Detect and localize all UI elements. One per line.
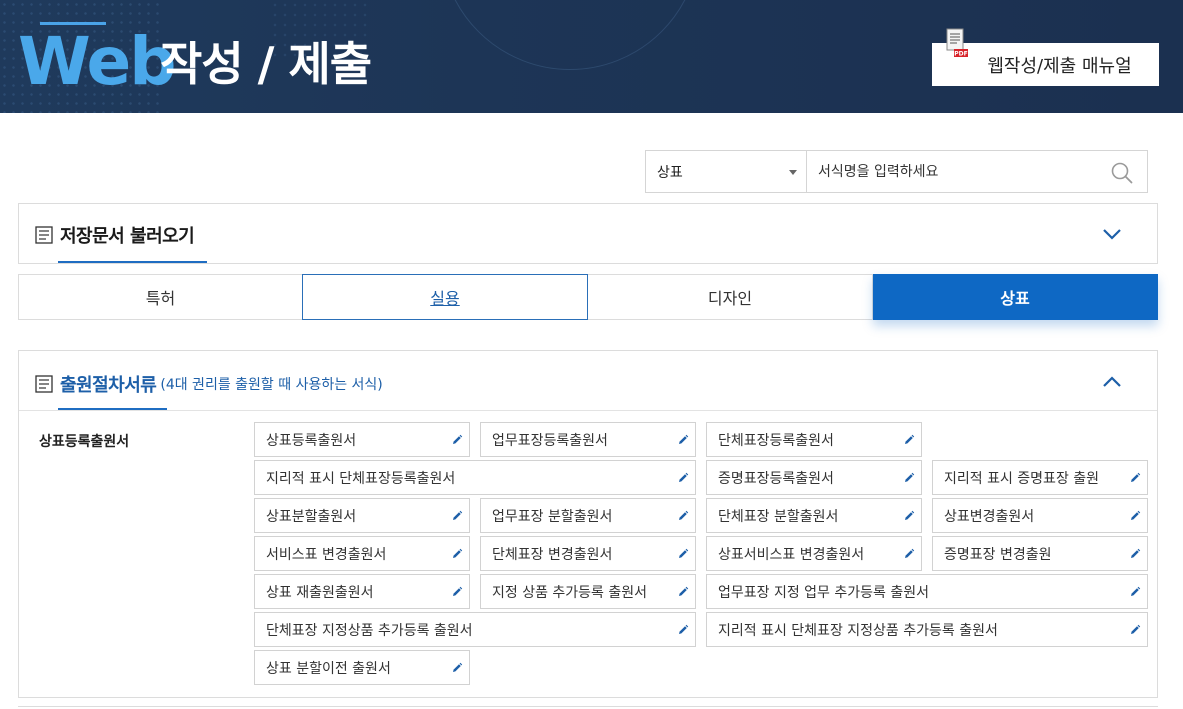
title-underline <box>58 261 207 263</box>
pencil-edit-icon <box>453 586 463 596</box>
page-title-web: Web <box>18 23 176 100</box>
pencil-edit-icon <box>679 510 689 520</box>
form-item-label: 단체표장 지정상품 추가등록 출원서 <box>266 622 473 639</box>
pencil-edit-icon <box>1131 624 1141 634</box>
pencil-edit-icon <box>453 434 463 444</box>
pencil-edit-icon <box>679 548 689 558</box>
form-item-label: 증명표장 변경출원 <box>944 546 1052 563</box>
chevron-up-icon[interactable] <box>1102 375 1122 389</box>
pdf-badge: PDF <box>954 51 967 58</box>
saved-documents-panel: 저장문서 불러오기 <box>18 203 1158 264</box>
form-item-label: 단체표장 변경출원서 <box>492 546 613 563</box>
document-list-icon <box>35 375 53 393</box>
form-item-label: 상표서비스표 변경출원서 <box>718 546 865 563</box>
pencil-edit-icon <box>453 510 463 520</box>
category-select[interactable]: 상표 <box>645 150 807 193</box>
search-box <box>807 150 1148 193</box>
form-item-button[interactable]: 지리적 표시 단체표장등록출원서 <box>254 460 696 495</box>
pencil-edit-icon <box>905 510 915 520</box>
pencil-edit-icon <box>905 548 915 558</box>
tab-trademark[interactable]: 상표 <box>873 274 1158 320</box>
manual-button-label: 웹작성/제출 매뉴얼 <box>987 55 1132 77</box>
form-item-label: 업무표장 지정 업무 추가등록 출원서 <box>718 584 929 601</box>
form-item-button[interactable]: 업무표장등록출원서 <box>480 422 696 457</box>
form-item-label: 지리적 표시 증명표장 출원 <box>944 470 1100 487</box>
pencil-edit-icon <box>905 472 915 482</box>
category-label: 상표등록출원서 <box>39 434 130 450</box>
pencil-edit-icon <box>679 472 689 482</box>
form-item-label: 상표 재출원출원서 <box>266 584 374 601</box>
form-item-label: 상표 분할이전 출원서 <box>266 660 391 677</box>
pencil-edit-icon <box>905 434 915 444</box>
form-item-button[interactable]: 지리적 표시 증명표장 출원 <box>932 460 1148 495</box>
form-item-button[interactable]: 지정 상품 추가등록 출원서 <box>480 574 696 609</box>
form-item-label: 상표변경출원서 <box>944 508 1035 525</box>
application-forms-title: 출원절차서류 <box>60 375 157 396</box>
divider <box>18 706 1158 707</box>
pencil-edit-icon <box>1131 510 1141 520</box>
pencil-edit-icon <box>453 662 463 672</box>
application-forms-header[interactable]: 출원절차서류 (4대 권리를 출원할 때 사용하는 서식) <box>35 371 383 397</box>
form-item-label: 지정 상품 추가등록 출원서 <box>492 584 648 601</box>
tab-patent[interactable]: 특허 <box>18 274 303 320</box>
pencil-edit-icon <box>1131 548 1141 558</box>
divider <box>19 410 1157 411</box>
form-item-button[interactable]: 지리적 표시 단체표장 지정상품 추가등록 출원서 <box>706 612 1148 647</box>
saved-documents-header[interactable]: 저장문서 불러오기 <box>35 222 195 248</box>
form-item-button[interactable]: 단체표장등록출원서 <box>706 422 922 457</box>
form-item-button[interactable]: 증명표장등록출원서 <box>706 460 922 495</box>
tab-utility-model[interactable]: 실용 <box>302 274 588 320</box>
form-item-button[interactable]: 단체표장 변경출원서 <box>480 536 696 571</box>
form-item-button[interactable]: 상표서비스표 변경출원서 <box>706 536 922 571</box>
category-select-value: 상표 <box>657 164 683 181</box>
form-item-button[interactable]: 상표변경출원서 <box>932 498 1148 533</box>
header-banner: Web 작성 / 제출 웹작성/제출 매뉴얼 PDF <box>0 0 1183 113</box>
pdf-file-icon: PDF <box>946 28 968 58</box>
page-title: 작성 / 제출 <box>160 37 372 91</box>
form-item-button[interactable]: 업무표장 지정 업무 추가등록 출원서 <box>706 574 1148 609</box>
form-item-label: 증명표장등록출원서 <box>718 470 834 487</box>
form-item-button[interactable]: 증명표장 변경출원 <box>932 536 1148 571</box>
saved-documents-title: 저장문서 불러오기 <box>60 226 195 247</box>
form-item-button[interactable]: 서비스표 변경출원서 <box>254 536 470 571</box>
form-item-button[interactable]: 상표 분할이전 출원서 <box>254 650 470 685</box>
form-item-label: 업무표장 분할출원서 <box>492 508 613 525</box>
form-item-button[interactable]: 업무표장 분할출원서 <box>480 498 696 533</box>
pencil-edit-icon <box>679 624 689 634</box>
pencil-edit-icon <box>679 586 689 596</box>
banner-decoration <box>440 0 700 70</box>
form-item-label: 상표등록출원서 <box>266 432 357 449</box>
document-list-icon <box>35 226 53 244</box>
pencil-edit-icon <box>679 434 689 444</box>
form-item-label: 업무표장등록출원서 <box>492 432 608 449</box>
chevron-down-icon <box>789 170 797 175</box>
form-item-button[interactable]: 상표분할출원서 <box>254 498 470 533</box>
pencil-edit-icon <box>1131 472 1141 482</box>
right-type-tabs: 특허 실용 디자인 상표 <box>18 274 1158 320</box>
form-item-label: 단체표장등록출원서 <box>718 432 834 449</box>
pencil-edit-icon <box>1131 586 1141 596</box>
search-input[interactable] <box>807 151 1097 192</box>
tab-design[interactable]: 디자인 <box>588 274 873 320</box>
search-icon[interactable] <box>1110 161 1134 185</box>
form-item-label: 상표분할출원서 <box>266 508 357 525</box>
form-item-button[interactable]: 단체표장 분할출원서 <box>706 498 922 533</box>
application-forms-subtitle: (4대 권리를 출원할 때 사용하는 서식) <box>160 377 383 393</box>
form-item-label: 단체표장 분할출원서 <box>718 508 839 525</box>
form-item-button[interactable]: 단체표장 지정상품 추가등록 출원서 <box>254 612 696 647</box>
form-item-label: 서비스표 변경출원서 <box>266 546 387 563</box>
form-item-label: 지리적 표시 단체표장등록출원서 <box>266 470 456 487</box>
form-item-label: 지리적 표시 단체표장 지정상품 추가등록 출원서 <box>718 622 998 639</box>
form-item-button[interactable]: 상표등록출원서 <box>254 422 470 457</box>
form-item-button[interactable]: 상표 재출원출원서 <box>254 574 470 609</box>
chevron-down-icon[interactable] <box>1102 227 1122 241</box>
pencil-edit-icon <box>453 548 463 558</box>
